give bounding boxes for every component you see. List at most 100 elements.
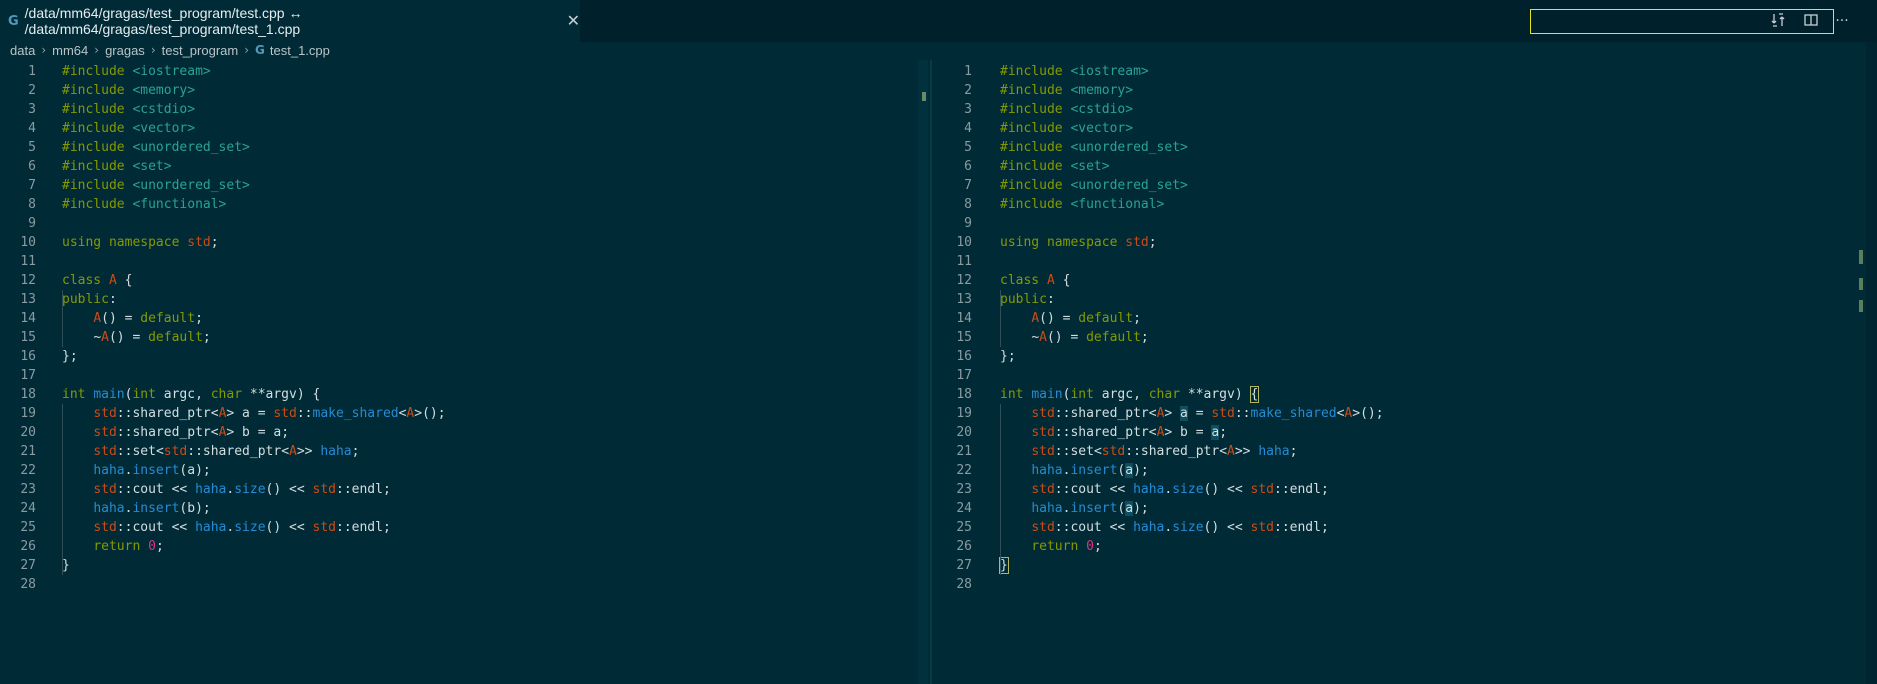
- code-text: #include <iostream>: [1000, 64, 1149, 79]
- code-line[interactable]: 5 #include <unordered_set>: [936, 138, 1861, 157]
- code-text: using namespace std;: [62, 235, 219, 250]
- line-number: 25: [20, 520, 36, 535]
- code-line[interactable]: 14 A() = default;: [936, 309, 1861, 328]
- more-actions-icon[interactable]: ···: [1833, 12, 1851, 30]
- line-number: 9: [964, 216, 972, 231]
- code-line[interactable]: 12 class A {: [0, 271, 915, 290]
- code-text: haha.insert(b);: [93, 501, 211, 516]
- code-line[interactable]: 22 haha.insert(a);: [936, 461, 1861, 480]
- line-number: 4: [964, 121, 972, 136]
- code-line[interactable]: 18 int main(int argc, char **argv) {: [0, 385, 915, 404]
- code-line[interactable]: 25 std::cout << haha.size() << std::endl…: [936, 518, 1861, 537]
- overview-ruler-mark: [922, 92, 926, 101]
- code-line[interactable]: 17: [936, 366, 1861, 385]
- code-line[interactable]: 28: [0, 575, 915, 594]
- code-line[interactable]: 7 #include <unordered_set>: [936, 176, 1861, 195]
- find-widget[interactable]: [1530, 9, 1834, 34]
- line-number: 18: [956, 387, 972, 402]
- original-editor[interactable]: 1 #include <iostream> 2 #include <memory> 3 #…: [0, 62, 915, 682]
- code-line[interactable]: 21 std::set<std::shared_ptr<A>> haha;: [936, 442, 1861, 461]
- code-line[interactable]: 10 using namespace std;: [936, 233, 1861, 252]
- code-line[interactable]: 10 using namespace std;: [0, 233, 915, 252]
- line-number: 11: [20, 254, 36, 269]
- original-editor-scrollbar[interactable]: [918, 60, 928, 684]
- indent-guide: [62, 290, 63, 347]
- code-line[interactable]: 8 #include <functional>: [0, 195, 915, 214]
- code-line[interactable]: 26 return 0;: [936, 537, 1861, 556]
- code-line[interactable]: 15 ~A() = default;: [0, 328, 915, 347]
- line-number: 8: [28, 197, 36, 212]
- code-line[interactable]: 28: [936, 575, 1861, 594]
- code-line[interactable]: 13 public:: [936, 290, 1861, 309]
- code-line[interactable]: 9: [0, 214, 915, 233]
- tab-diff-editor[interactable]: G /data/mm64/gragas/test_program/test.cp…: [0, 0, 580, 42]
- code-line[interactable]: 13 public:: [0, 290, 915, 309]
- code-line[interactable]: 20 std::shared_ptr<A> b = a;: [0, 423, 915, 442]
- code-line[interactable]: 20 std::shared_ptr<A> b = a;: [936, 423, 1861, 442]
- breadcrumb-item-test-program[interactable]: test_program: [162, 43, 239, 58]
- code-line[interactable]: 11: [936, 252, 1861, 271]
- code-text: #include <cstdio>: [62, 102, 196, 117]
- code-line[interactable]: 8 #include <functional>: [936, 195, 1861, 214]
- code-line[interactable]: 2 #include <memory>: [0, 81, 915, 100]
- code-line[interactable]: 14 A() = default;: [0, 309, 915, 328]
- breadcrumb-item-data[interactable]: data: [10, 43, 35, 58]
- code-line[interactable]: 16};: [0, 347, 915, 366]
- code-line[interactable]: 27}: [0, 556, 915, 575]
- line-number: 28: [20, 577, 36, 592]
- diff-sash[interactable]: [930, 60, 932, 684]
- chevron-right-icon: ›: [41, 43, 47, 57]
- code-line[interactable]: 5 #include <unordered_set>: [0, 138, 915, 157]
- code-line[interactable]: 23 std::cout << haha.size() << std::endl…: [0, 480, 915, 499]
- code-line[interactable]: 15 ~A() = default;: [936, 328, 1861, 347]
- code-line[interactable]: 3 #include <cstdio>: [936, 100, 1861, 119]
- code-text: std::shared_ptr<A> b = a;: [93, 425, 290, 440]
- modified-editor[interactable]: 1 #include <iostream> 2 #include <memory> 3 #…: [936, 62, 1861, 682]
- code-line[interactable]: 2 #include <memory>: [936, 81, 1861, 100]
- code-text: ~A() = default;: [93, 330, 211, 345]
- code-line[interactable]: 4 #include <vector>: [0, 119, 915, 138]
- chevron-right-icon: ›: [150, 43, 156, 57]
- code-text: A() = default;: [93, 311, 203, 326]
- breadcrumb-item-mm64[interactable]: mm64: [52, 43, 88, 58]
- code-line[interactable]: 4 #include <vector>: [936, 119, 1861, 138]
- modified-editor-scrollbar[interactable]: [1866, 42, 1877, 684]
- code-line[interactable]: 16};: [936, 347, 1861, 366]
- code-line[interactable]: 26 return 0;: [0, 537, 915, 556]
- code-line[interactable]: 6 #include <set>: [0, 157, 915, 176]
- code-line[interactable]: 19 std::shared_ptr<A> a = std::make_shar…: [936, 404, 1861, 423]
- code-text: #include <unordered_set>: [1000, 140, 1188, 155]
- line-number: 14: [956, 311, 972, 326]
- code-line[interactable]: 24 haha.insert(a);: [936, 499, 1861, 518]
- git-compare-icon[interactable]: [1769, 12, 1787, 30]
- code-line[interactable]: 6 #include <set>: [936, 157, 1861, 176]
- close-icon[interactable]: ✕: [567, 11, 580, 31]
- code-line[interactable]: 23 std::cout << haha.size() << std::endl…: [936, 480, 1861, 499]
- code-line[interactable]: 19 std::shared_ptr<A> a = std::make_shar…: [0, 404, 915, 423]
- code-line[interactable]: 1 #include <iostream>: [0, 62, 915, 81]
- line-number: 15: [20, 330, 36, 345]
- line-number: 22: [956, 463, 972, 478]
- code-text: std::set<std::shared_ptr<A>> haha;: [1031, 444, 1298, 459]
- line-number: 10: [20, 235, 36, 250]
- code-line[interactable]: 9: [936, 214, 1861, 233]
- code-line[interactable]: 7 #include <unordered_set>: [0, 176, 915, 195]
- code-line[interactable]: 25 std::cout << haha.size() << std::endl…: [0, 518, 915, 537]
- breadcrumb-item-gragas[interactable]: gragas: [105, 43, 145, 58]
- code-line[interactable]: 3 #include <cstdio>: [0, 100, 915, 119]
- breadcrumb-file[interactable]: test_1.cpp: [270, 43, 330, 58]
- code-line[interactable]: 22 haha.insert(a);: [0, 461, 915, 480]
- code-line[interactable]: 27}: [936, 556, 1861, 575]
- code-line[interactable]: 24 haha.insert(b);: [0, 499, 915, 518]
- line-number: 15: [956, 330, 972, 345]
- code-line[interactable]: 12 class A {: [936, 271, 1861, 290]
- code-text: #include <functional>: [62, 197, 227, 212]
- code-line[interactable]: 1 #include <iostream>: [936, 62, 1861, 81]
- split-editor-icon[interactable]: [1802, 12, 1820, 30]
- code-text: public:: [1000, 292, 1055, 307]
- code-line[interactable]: 18 int main(int argc, char **argv) {: [936, 385, 1861, 404]
- code-line[interactable]: 11: [0, 252, 915, 271]
- code-line[interactable]: 17: [0, 366, 915, 385]
- line-number: 27: [956, 558, 972, 573]
- code-line[interactable]: 21 std::set<std::shared_ptr<A>> haha;: [0, 442, 915, 461]
